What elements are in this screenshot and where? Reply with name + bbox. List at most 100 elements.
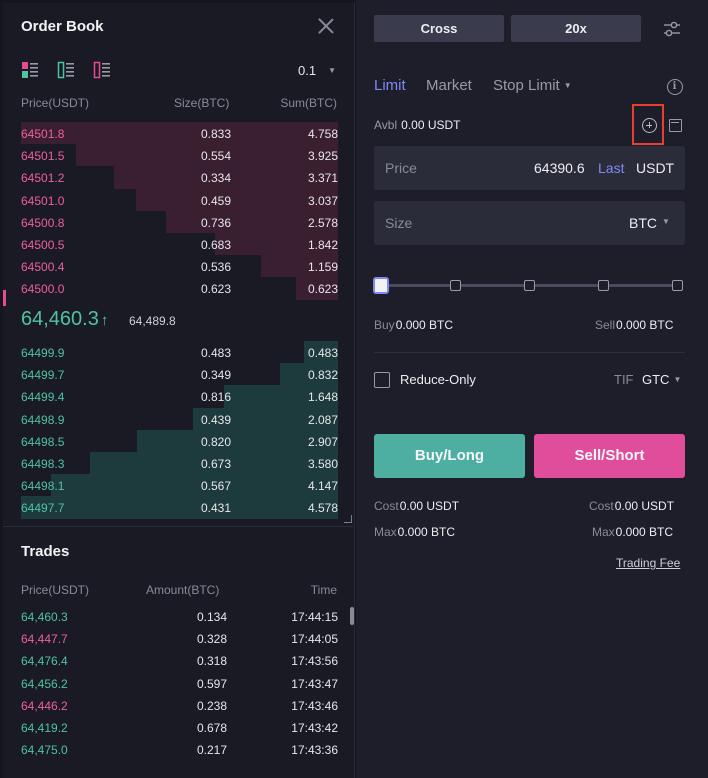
resize-handle[interactable] (344, 515, 352, 523)
col-sum: Sum(BTC) (280, 96, 337, 110)
trade-price: 64,476.4 (21, 654, 68, 669)
cost-buy: Cost0.00 USDT (374, 499, 459, 513)
ask-row[interactable]: 64500.0 0.623 0.623 (3, 277, 355, 300)
ask-price: 64501.0 (21, 193, 65, 208)
bid-row[interactable]: 64498.9 0.439 2.087 (3, 407, 355, 430)
order-book-header: Order Book (3, 3, 355, 51)
trade-time: 17:43:36 (291, 743, 338, 758)
bid-size: 0.673 (200, 456, 231, 471)
trade-price: 64,475.0 (21, 743, 68, 758)
price-input[interactable]: Price 64390.6 Last USDT (374, 146, 685, 190)
ask-price: 64501.2 (21, 171, 65, 186)
sell-value: 0.000 BTC (616, 318, 674, 332)
cost-sell: Cost0.00 USDT (589, 499, 674, 513)
divider (374, 352, 685, 353)
bid-sum: 4.147 (307, 479, 338, 494)
trades-title: Trades (21, 543, 70, 560)
max-label: Max (592, 525, 615, 539)
ask-size: 0.833 (200, 127, 231, 141)
bid-price: 64498.1 (21, 479, 65, 494)
trade-amount: 0.318 (196, 654, 227, 669)
layout-both-icon[interactable] (21, 61, 39, 79)
ask-row[interactable]: 64501.0 0.459 3.037 (3, 188, 355, 211)
trading-fee-link[interactable]: Trading Fee (616, 556, 680, 570)
buy-label: Buy (374, 318, 395, 332)
ask-sum: 0.623 (307, 282, 338, 297)
depth-bar (21, 122, 338, 145)
last-price[interactable]: 64,460.3 ↑ (21, 308, 108, 331)
plus-circle-icon[interactable] (642, 118, 657, 133)
last-price-value: 64,460.3 (21, 308, 99, 330)
tab-market[interactable]: Market (426, 77, 472, 94)
trade-amount: 0.678 (196, 720, 227, 735)
bid-row[interactable]: 64498.1 0.567 4.147 (3, 474, 355, 497)
trade-price: 64,460.3 (21, 610, 68, 624)
ask-row[interactable]: 64500.8 0.736 2.578 (3, 210, 355, 233)
slider-step[interactable] (598, 280, 609, 291)
ask-size: 0.459 (200, 193, 231, 208)
last-price-button[interactable]: Last (598, 160, 624, 176)
bid-row[interactable]: 64499.4 0.816 1.648 (3, 385, 355, 408)
ask-size: 0.683 (200, 237, 231, 252)
ask-sum: 3.037 (307, 193, 338, 208)
bid-sum: 2.907 (307, 434, 338, 449)
order-form-panel: Cross 20x Limit Market Stop Limit▼ Avbl0… (356, 0, 708, 778)
bid-row[interactable]: 64497.7 0.431 4.578 (3, 496, 355, 519)
slider-step[interactable] (524, 280, 535, 291)
ask-row[interactable]: 64500.5 0.683 1.842 (3, 232, 355, 256)
sell-short-button[interactable]: Sell/Short (534, 434, 685, 478)
tick-size-select[interactable]: 0.1 ▼ (298, 63, 336, 78)
slider-step[interactable] (450, 280, 461, 291)
col-size: Size(BTC) (174, 96, 230, 110)
depth-bar (50, 474, 338, 497)
bid-row[interactable]: 64499.7 0.349 0.832 (3, 363, 355, 386)
bid-row[interactable]: 64499.9 0.483 0.483 (3, 341, 355, 364)
trade-amount: 0.328 (196, 632, 227, 647)
slider-step[interactable] (672, 280, 683, 291)
trade-amount: 0.238 (196, 698, 227, 713)
trade-time: 17:44:05 (291, 632, 338, 647)
tif-label: TIF (614, 372, 634, 387)
ask-size: 0.334 (200, 171, 231, 186)
trade-row: 64,456.2 0.597 17:43:47 (3, 673, 355, 695)
max-sell: Max0.000 BTC (592, 525, 673, 539)
price-value: 64390.6 (534, 160, 585, 176)
tif-select[interactable]: GTC ▼ (642, 372, 681, 387)
bid-row[interactable]: 64498.5 0.820 2.907 (3, 429, 355, 452)
layout-bids-icon[interactable] (57, 61, 75, 79)
ask-row[interactable]: 64501.5 0.554 3.925 (3, 144, 355, 167)
bid-price: 64499.4 (21, 390, 65, 405)
tab-stop-limit[interactable]: Stop Limit ▼ (493, 77, 572, 94)
reduce-only-label: Reduce-Only (400, 372, 476, 387)
trade-row: 64,419.2 0.678 17:43:42 (3, 717, 355, 739)
bid-size: 0.431 (200, 501, 231, 516)
buy-long-button[interactable]: Buy/Long (374, 434, 525, 478)
info-icon[interactable] (667, 79, 683, 95)
trade-amount: 0.597 (196, 676, 227, 691)
bid-sum: 3.580 (307, 456, 338, 471)
ask-price: 64500.0 (21, 282, 65, 297)
scroll-marker (3, 290, 6, 306)
calculator-icon[interactable] (669, 119, 682, 132)
mark-price: 64,489.8 (129, 314, 176, 328)
bid-row[interactable]: 64498.3 0.673 3.580 (3, 451, 355, 475)
adjust-icon[interactable] (662, 19, 682, 39)
layout-asks-icon[interactable] (93, 61, 111, 79)
close-icon[interactable] (316, 16, 336, 36)
cost-sell-value: 0.00 USDT (614, 499, 675, 513)
reduce-only-checkbox[interactable] (374, 372, 390, 388)
trade-amount: 0.134 (196, 610, 227, 624)
leverage-button[interactable]: 20x (511, 15, 641, 42)
slider-handle[interactable] (373, 277, 389, 294)
tab-limit[interactable]: Limit (374, 77, 406, 94)
bid-price: 64498.5 (21, 434, 65, 449)
size-input[interactable]: Size BTC ▼ (374, 201, 685, 245)
ask-size: 0.554 (200, 149, 231, 164)
ask-row[interactable]: 64501.2 0.334 3.371 (3, 166, 355, 189)
bid-price: 64498.9 (21, 412, 65, 427)
ask-row[interactable]: 64500.4 0.536 1.159 (3, 255, 355, 278)
tif-value: GTC (642, 372, 670, 387)
size-unit-select[interactable]: BTC (629, 215, 657, 231)
ask-row[interactable]: 64501.8 0.833 4.758 (3, 122, 355, 145)
margin-mode-button[interactable]: Cross (374, 15, 504, 42)
